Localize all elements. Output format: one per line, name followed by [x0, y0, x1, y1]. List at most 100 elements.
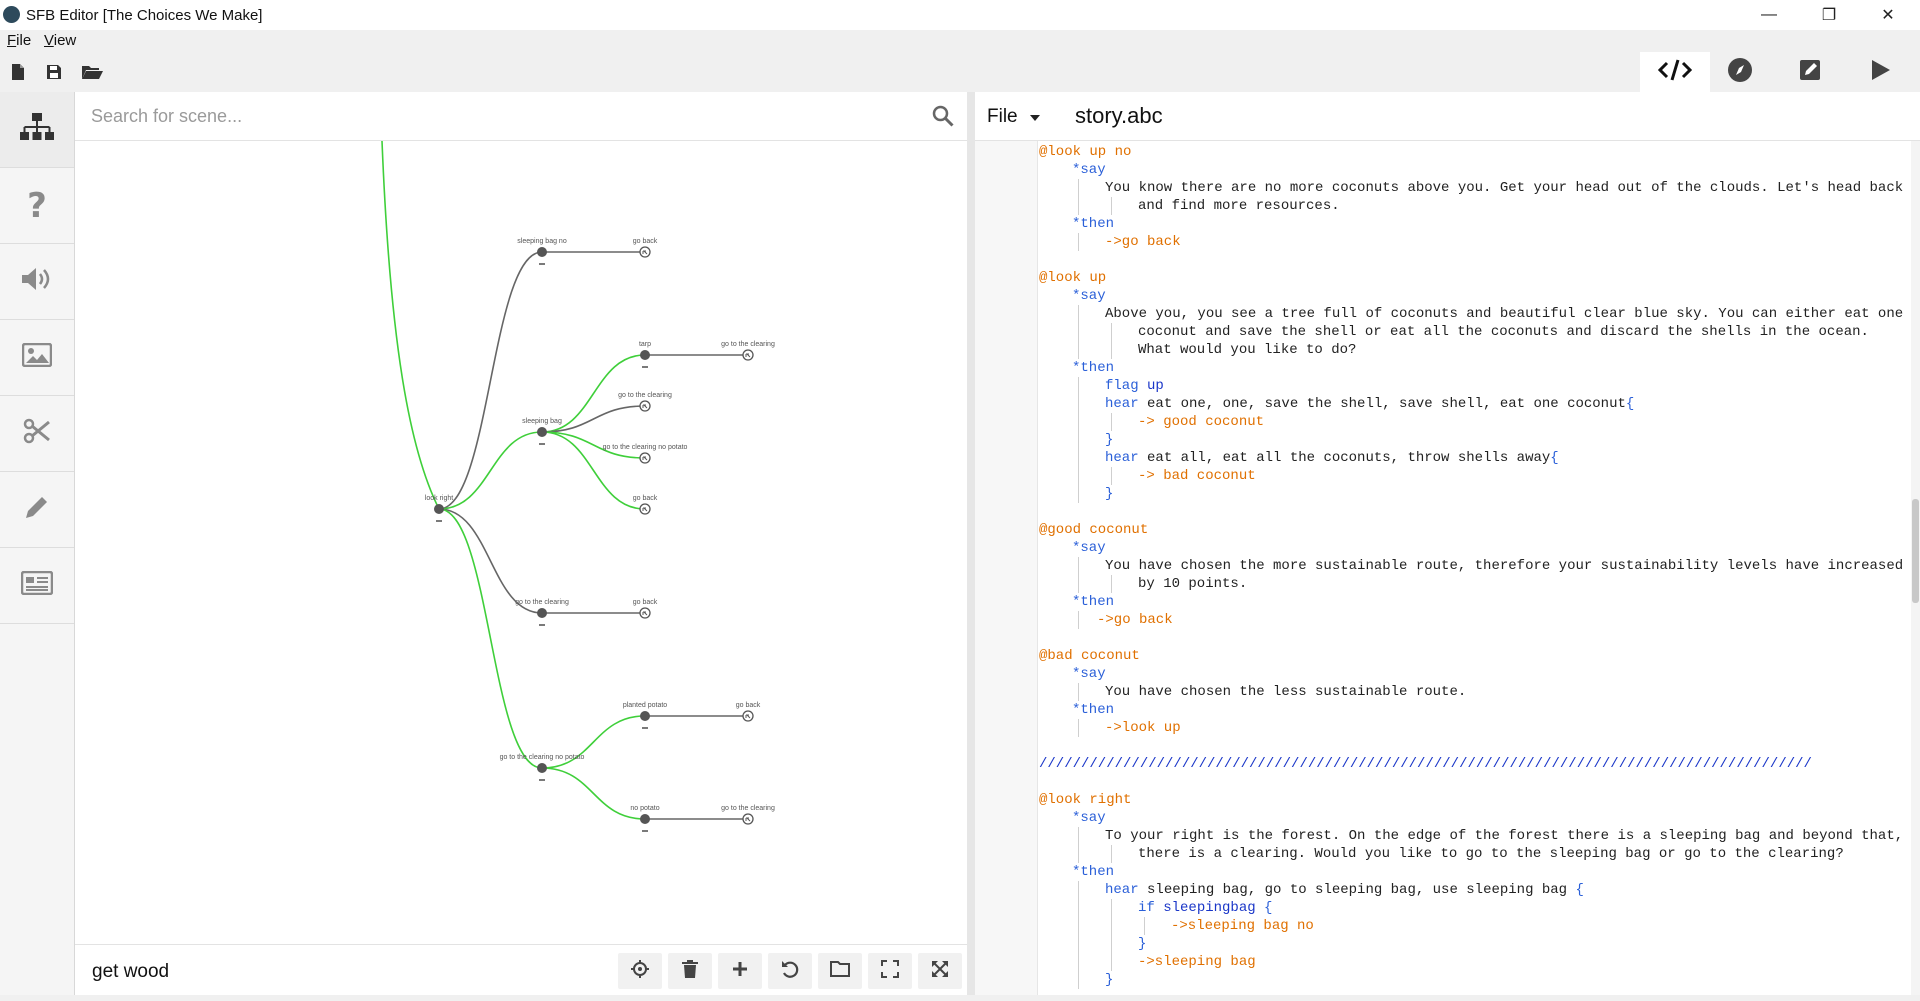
edit-tab[interactable]: [1775, 52, 1845, 92]
add-scene-button[interactable]: [718, 953, 762, 989]
expand-icon: [931, 960, 949, 983]
indent-guide: [1078, 683, 1079, 701]
indent-guide: [1144, 917, 1145, 935]
chevron-down-icon[interactable]: [1030, 115, 1040, 121]
save-icon[interactable]: [44, 62, 64, 82]
indent-guide: [1078, 341, 1079, 359]
menu-bar: File View: [0, 30, 1920, 52]
menu-file[interactable]: File: [7, 32, 31, 49]
search-icon[interactable]: [931, 104, 955, 128]
indent-guide: [1111, 323, 1112, 341]
node-label: no potato: [630, 805, 659, 812]
code-token: @look up no: [1039, 144, 1132, 160]
graph-return-node[interactable]: go to the clearing: [721, 805, 775, 825]
line-number-gutter: [975, 141, 1038, 995]
code-line: 119hear eat all, eat all the coconuts, t…: [1037, 449, 1903, 467]
code-text: *say: [1072, 665, 1106, 683]
pencil-icon: [23, 493, 51, 526]
delete-button[interactable]: [668, 953, 712, 989]
app-logo-icon: [3, 6, 20, 23]
graph-return-node[interactable]: go back: [633, 238, 658, 258]
open-folder-icon[interactable]: [80, 62, 104, 82]
graph-return-node[interactable]: go back: [736, 702, 761, 722]
folder-button[interactable]: [818, 953, 862, 989]
code-token: *then: [1072, 216, 1115, 232]
locate-button[interactable]: [618, 953, 662, 989]
title-bar: SFB Editor [The Choices We Make] — ❐ ✕: [0, 0, 1920, 30]
undo-button[interactable]: [768, 953, 812, 989]
play-tab[interactable]: [1845, 52, 1915, 92]
code-token: }: [1105, 486, 1114, 502]
code-line: 141hear sleeping bag, go to sleeping bag…: [1037, 881, 1903, 899]
code-token: {: [1625, 396, 1635, 412]
code-view-tab[interactable]: [1640, 52, 1710, 92]
indent-guide: [1078, 557, 1079, 575]
code-token: by 10 points.: [1138, 576, 1248, 592]
nav-help[interactable]: ?: [0, 168, 74, 244]
restore-button[interactable]: ❐: [1800, 0, 1858, 30]
indent-guide: [1111, 899, 1112, 917]
graph-return-node[interactable]: go back: [633, 495, 658, 515]
news-icon: [20, 570, 54, 600]
code-text: hear sleeping bag, go to sleeping bag, u…: [1105, 881, 1584, 899]
minimize-button[interactable]: —: [1740, 0, 1798, 30]
code-token: hear: [1105, 396, 1139, 412]
code-token: }: [1138, 936, 1147, 952]
menu-view[interactable]: View: [44, 32, 76, 49]
code-token: You have chosen the more sustainable rou…: [1105, 558, 1903, 574]
scene-search-input[interactable]: [75, 92, 955, 140]
code-text: @bad coconut: [1039, 647, 1140, 665]
graph-return-node[interactable]: go to the clearing: [721, 341, 775, 361]
nav-cut[interactable]: [0, 396, 74, 472]
graph-scene-node[interactable]: go to the clearing: [515, 599, 569, 626]
code-token: sleepingbag: [1163, 900, 1256, 916]
code-line: 114*then: [1037, 359, 1903, 377]
scrollbar-thumb[interactable]: [1912, 499, 1919, 603]
graph-scene-node[interactable]: planted potato: [623, 702, 667, 729]
code-line: 125You have chosen the more sustainable …: [1037, 557, 1903, 575]
code-text: if sleepingbag {: [1138, 899, 1272, 917]
graph-return-node[interactable]: go back: [633, 599, 658, 619]
indent-guide: [1078, 719, 1079, 737]
indent-guide: [1111, 467, 1112, 485]
code-text: Above you, you see a tree full of coconu…: [1105, 305, 1903, 323]
code-token: -> bad coconut: [1138, 468, 1256, 484]
graph-scene-node[interactable]: tarp: [639, 341, 651, 368]
close-button[interactable]: ✕: [1859, 0, 1917, 30]
code-text: *then: [1072, 359, 1114, 377]
indent-guide: [1078, 197, 1079, 215]
nav-images[interactable]: [0, 320, 74, 396]
compass-tab[interactable]: [1705, 52, 1775, 92]
indent-guide: [1078, 467, 1079, 485]
panel-splitter[interactable]: [967, 92, 975, 995]
scene-graph[interactable]: look right sleeping bag no go back sleeping…: [75, 141, 967, 944]
fit-view-button[interactable]: [868, 953, 912, 989]
nav-news[interactable]: [0, 548, 74, 624]
editor-file-menu[interactable]: File: [987, 106, 1018, 128]
indent-guide: [1078, 917, 1079, 935]
scene-graph-panel: look right sleeping bag no go back sleeping…: [75, 92, 967, 996]
editor-scrollbar[interactable]: [1911, 141, 1920, 995]
scene-tree-icon: [19, 113, 55, 146]
nav-write[interactable]: [0, 472, 74, 548]
code-token: *say: [1072, 288, 1106, 304]
new-file-icon[interactable]: [8, 62, 28, 82]
graph-scene-node[interactable]: sleeping bag no: [517, 238, 567, 265]
code-text: ->go back: [1097, 611, 1173, 629]
help-icon: ?: [27, 185, 47, 226]
code-token: @good coconut: [1039, 522, 1149, 538]
code-area[interactable]: 105@look up no106*say107You know there a…: [1037, 141, 1903, 995]
indent-guide: [1078, 845, 1079, 863]
indent-guide: [1078, 881, 1079, 899]
scene-node-dot: [640, 711, 650, 721]
scene-node-dot: [640, 814, 650, 824]
locate-icon: [630, 959, 650, 984]
nav-sound[interactable]: [0, 244, 74, 320]
code-token: }: [1105, 432, 1114, 448]
indent-guide: [1111, 935, 1112, 953]
code-text: by 10 points.: [1138, 575, 1247, 593]
code-text: *then: [1072, 863, 1114, 881]
code-text: }: [1105, 431, 1113, 449]
nav-scene-tree[interactable]: [0, 92, 74, 168]
expand-button[interactable]: [918, 953, 962, 989]
